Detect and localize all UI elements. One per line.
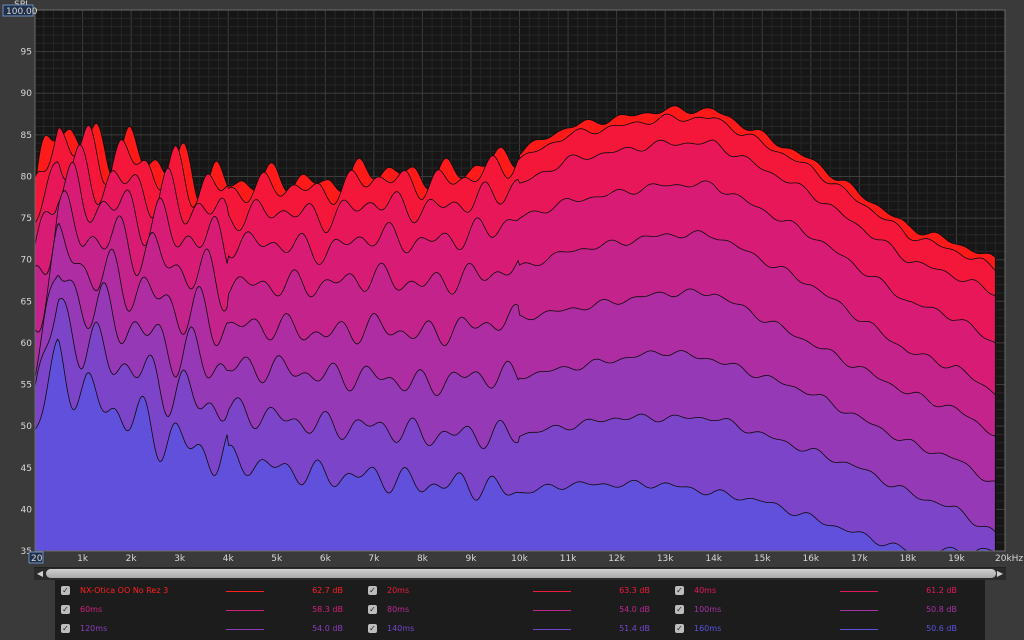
legend-swatch bbox=[226, 591, 264, 592]
legend-swatch bbox=[840, 610, 878, 611]
legend-checkbox[interactable]: ✓ bbox=[368, 624, 377, 633]
legend-item: ✓ 20ms 63.3 dB bbox=[368, 582, 668, 600]
x-tick-label: 4k bbox=[223, 554, 235, 564]
legend-swatch bbox=[840, 629, 878, 630]
x-tick-label: 14k bbox=[705, 554, 722, 564]
legend-value: 61.2 dB bbox=[926, 586, 957, 595]
x-tick-label: 5k bbox=[271, 554, 283, 564]
x-tick-label: 6k bbox=[320, 554, 332, 564]
y-tick-label: 40 bbox=[21, 505, 33, 515]
y-tick-label: 90 bbox=[21, 89, 33, 99]
x-tick-label: 10k bbox=[511, 554, 528, 564]
legend-name: 80ms bbox=[387, 605, 410, 614]
y-tick-label: 75 bbox=[21, 214, 32, 224]
legend-name: 120ms bbox=[80, 624, 108, 633]
y-tick-label: 95 bbox=[21, 48, 32, 58]
legend-checkbox[interactable]: ✓ bbox=[675, 605, 684, 614]
legend-item: ✓ 80ms 54.0 dB bbox=[368, 601, 668, 619]
x-tick-label: 19k bbox=[948, 554, 965, 564]
x-tick-label: 12k bbox=[608, 554, 625, 564]
y-tick-label: 60 bbox=[21, 339, 33, 349]
legend-value: 54.0 dB bbox=[312, 624, 343, 633]
scroll-left-icon[interactable]: ◀ bbox=[35, 568, 45, 580]
legend-checkbox[interactable]: ✓ bbox=[61, 605, 70, 614]
scroll-thumb[interactable] bbox=[46, 569, 996, 578]
scroll-right-icon[interactable]: ▶ bbox=[995, 568, 1005, 580]
x-tick-label: 8k bbox=[417, 554, 429, 564]
x-tick-label: 9k bbox=[465, 554, 477, 564]
x-tick-label: 3k bbox=[174, 554, 186, 564]
legend-item: ✓ NX-Otica OO No Rez 3 62.7 dB bbox=[61, 582, 361, 600]
legend-swatch bbox=[533, 610, 571, 611]
legend-swatch bbox=[840, 591, 878, 592]
legend-value: 62.7 dB bbox=[312, 586, 343, 595]
x-tick-label: 20 bbox=[31, 554, 43, 564]
horizontal-scrollbar[interactable]: ◀ ▶ bbox=[34, 567, 1006, 580]
y-tick-label: 55 bbox=[21, 381, 32, 391]
y-tick-label: 45 bbox=[21, 464, 32, 474]
legend-item: ✓ 120ms 54.0 dB bbox=[61, 620, 361, 638]
y-tick-label: 100.00 bbox=[6, 7, 38, 17]
x-tick-label: 2k bbox=[126, 554, 138, 564]
legend-checkbox[interactable]: ✓ bbox=[368, 605, 377, 614]
x-tick-label: 11k bbox=[560, 554, 577, 564]
legend-checkbox[interactable]: ✓ bbox=[675, 624, 684, 633]
y-tick-label: 85 bbox=[21, 131, 32, 141]
x-tick-label: 18k bbox=[900, 554, 917, 564]
legend-swatch bbox=[226, 629, 264, 630]
legend-item: ✓ 60ms 58.3 dB bbox=[61, 601, 361, 619]
legend-checkbox[interactable]: ✓ bbox=[61, 624, 70, 633]
legend-checkbox[interactable]: ✓ bbox=[61, 586, 70, 595]
x-tick-label: 7k bbox=[368, 554, 380, 564]
legend-checkbox[interactable]: ✓ bbox=[368, 586, 377, 595]
x-tick-label: 13k bbox=[657, 554, 674, 564]
legend-checkbox[interactable]: ✓ bbox=[675, 586, 684, 595]
x-tick-label: 15k bbox=[754, 554, 771, 564]
legend-name: NX-Otica OO No Rez 3 bbox=[80, 586, 169, 595]
legend-name: 140ms bbox=[387, 624, 415, 633]
chart-area: SPL100.0095908580757065605550454035201k2… bbox=[0, 0, 1024, 566]
legend-value: 51.4 dB bbox=[619, 624, 650, 633]
x-tick-label: 16k bbox=[802, 554, 819, 564]
legend-item: ✓ 140ms 51.4 dB bbox=[368, 620, 668, 638]
waterfall-chart: SPL100.0095908580757065605550454035201k2… bbox=[2, 0, 1023, 564]
y-tick-label: 65 bbox=[21, 297, 32, 307]
y-tick-label: 70 bbox=[21, 256, 33, 266]
y-tick-label: 80 bbox=[21, 172, 33, 182]
legend-value: 50.6 dB bbox=[926, 624, 957, 633]
legend-item: ✓ 160ms 50.6 dB bbox=[675, 620, 975, 638]
legend-name: 40ms bbox=[694, 586, 717, 595]
x-tick-label: 17k bbox=[851, 554, 868, 564]
legend-item: ✓ 40ms 61.2 dB bbox=[675, 582, 975, 600]
legend-swatch bbox=[533, 629, 571, 630]
legend-value: 58.3 dB bbox=[312, 605, 343, 614]
legend-swatch bbox=[533, 591, 571, 592]
legend-item: ✓ 100ms 50.8 dB bbox=[675, 601, 975, 619]
legend-name: 20ms bbox=[387, 586, 410, 595]
legend-value: 63.3 dB bbox=[619, 586, 650, 595]
x-tick-label: 1k bbox=[77, 554, 89, 564]
legend-name: 60ms bbox=[80, 605, 103, 614]
legend-value: 50.8 dB bbox=[926, 605, 957, 614]
legend-value: 54.0 dB bbox=[619, 605, 650, 614]
x-tick-label: 20kHz bbox=[995, 554, 1023, 564]
legend-swatch bbox=[226, 610, 264, 611]
legend-name: 160ms bbox=[694, 624, 722, 633]
y-tick-label: 50 bbox=[21, 422, 33, 432]
legend-panel: ✓ NX-Otica OO No Rez 3 62.7 dB ✓ 20ms 63.3 dB… bbox=[55, 580, 985, 640]
legend-name: 100ms bbox=[694, 605, 722, 614]
